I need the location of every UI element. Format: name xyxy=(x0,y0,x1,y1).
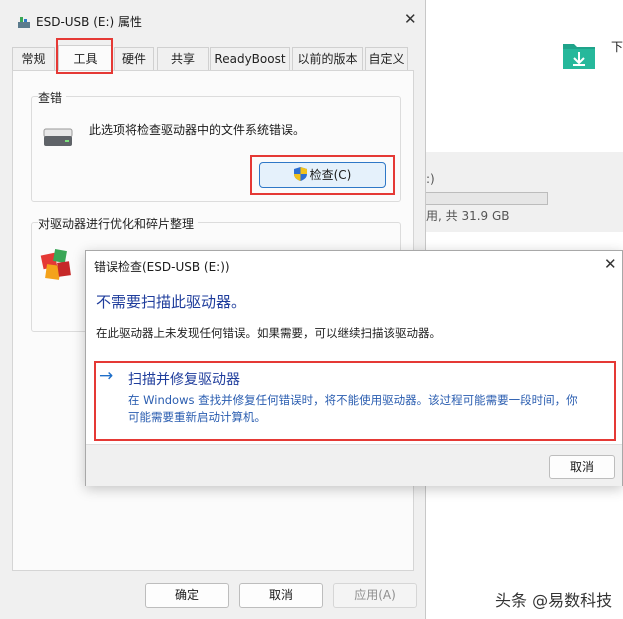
error-check-dialog: 错误检查(ESD-USB (E:)) ✕ 不需要扫描此驱动器。 在此驱动器上未发… xyxy=(85,250,623,486)
download-folder-icon[interactable] xyxy=(562,38,596,72)
check-description: 此选项将检查驱动器中的文件系统错误。 xyxy=(89,123,306,137)
cancel-button[interactable]: 取消 xyxy=(239,583,323,608)
tab-readyboost[interactable]: ReadyBoost xyxy=(210,47,290,70)
drive-usage-bar xyxy=(426,192,548,205)
close-icon[interactable]: ✕ xyxy=(404,10,417,28)
tab-previous-versions[interactable]: 以前的版本 xyxy=(292,47,363,70)
tab-general[interactable]: 常规 xyxy=(12,47,55,70)
watermark: 头条 @易数科技 xyxy=(495,591,613,610)
error-check-heading: 不需要扫描此驱动器。 xyxy=(96,293,247,311)
highlight-tools-tab xyxy=(56,38,113,74)
drive-letter-fragment: :) xyxy=(426,172,435,186)
apply-button: 应用(A) xyxy=(333,583,417,608)
optimize-group-label: 对驱动器进行优化和碎片整理 xyxy=(38,215,199,232)
ok-button[interactable]: 确定 xyxy=(145,583,229,608)
drive-icon xyxy=(18,17,30,28)
error-check-footer: 取消 xyxy=(86,444,622,486)
tab-hardware[interactable]: 硬件 xyxy=(114,47,154,70)
error-check-cancel-button[interactable]: 取消 xyxy=(549,455,615,479)
hdd-icon xyxy=(43,128,73,146)
tab-sharing[interactable]: 共享 xyxy=(157,47,209,70)
highlight-check-button xyxy=(250,155,395,195)
error-check-message: 在此驱动器上未发现任何错误。如果需要，可以继续扫描该驱动器。 xyxy=(96,326,441,340)
close-icon[interactable]: ✕ xyxy=(604,255,617,273)
highlight-scan-repair xyxy=(94,361,616,441)
error-check-title: 错误检查(ESD-USB (E:)) xyxy=(94,260,230,274)
download-label[interactable]: 下 xyxy=(611,38,623,55)
properties-title: ESD-USB (E:) 属性 xyxy=(36,15,143,29)
drive-size-fragment: 用, 共 31.9 GB xyxy=(426,209,510,223)
defrag-icon xyxy=(40,249,71,280)
check-group-label: 查错 xyxy=(38,89,67,106)
tab-customize[interactable]: 自定义 xyxy=(365,47,408,70)
properties-title-bar: ESD-USB (E:) 属性 xyxy=(18,13,142,30)
